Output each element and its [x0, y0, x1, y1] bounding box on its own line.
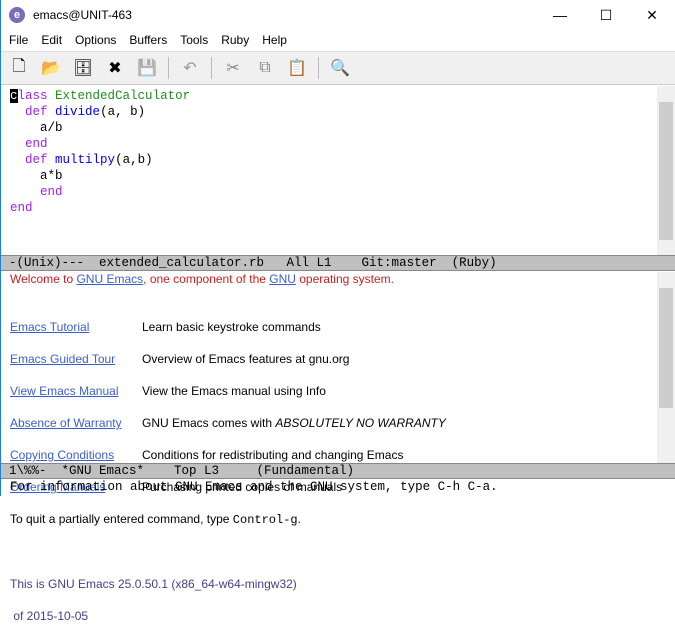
- menu-ruby[interactable]: Ruby: [221, 30, 249, 51]
- search-icon[interactable]: 🔍: [329, 56, 351, 80]
- menu-help[interactable]: Help: [262, 30, 287, 51]
- toolbar-separator: [318, 57, 319, 79]
- warranty-link[interactable]: Absence of Warranty: [10, 415, 142, 431]
- close-button[interactable]: ✕: [629, 0, 675, 30]
- code-line: a*b: [40, 169, 63, 183]
- title-bar: e emacs@UNIT-463 — ☐ ✕: [1, 0, 675, 30]
- menu-edit[interactable]: Edit: [41, 30, 62, 51]
- code-editor[interactable]: class ExtendedCalculator def divide(a, b…: [10, 88, 666, 216]
- params: (a,b): [115, 153, 153, 167]
- quit-key: Control-g: [232, 513, 298, 527]
- help-scrollbar[interactable]: [657, 272, 675, 463]
- welcome-text: , one component of the: [143, 272, 270, 286]
- link-description: View the Emacs manual using Info: [142, 384, 326, 398]
- function-name: multilpy: [55, 153, 116, 167]
- cut-icon[interactable]: ✂: [222, 56, 244, 80]
- keyword: end: [25, 137, 48, 151]
- menu-buffers[interactable]: Buffers: [129, 30, 167, 51]
- guided-tour-link[interactable]: Emacs Guided Tour: [10, 351, 142, 367]
- function-name: divide: [55, 105, 101, 119]
- warranty-emphasis: ABSOLUTELY NO WARRANTY: [275, 416, 446, 430]
- save-icon[interactable]: 💾: [136, 56, 158, 80]
- params: (a, b): [100, 105, 146, 119]
- mode-line-code: -(Unix)--- extended_calculator.rb All L1…: [1, 255, 675, 271]
- scrollbar-thumb[interactable]: [659, 102, 673, 240]
- open-folder-icon[interactable]: 📂: [40, 56, 62, 80]
- keyword: def: [25, 105, 48, 119]
- link-description: Learn basic keystroke commands: [142, 320, 321, 334]
- new-file-icon[interactable]: 🗋: [8, 56, 30, 80]
- gnu-emacs-link[interactable]: GNU Emacs: [76, 272, 143, 286]
- toolbar: 🗋 📂 🗄 ✖ 💾 ↶ ✂ ⧉ 📋 🔍: [1, 51, 675, 85]
- link-description: Overview of Emacs features at gnu.org: [142, 352, 350, 366]
- link-description: GNU Emacs comes with: [142, 416, 276, 430]
- toolbar-separator: [211, 57, 212, 79]
- undo-icon[interactable]: ↶: [179, 56, 201, 80]
- copy-icon[interactable]: ⧉: [254, 56, 276, 80]
- scrollbar-thumb[interactable]: [659, 288, 673, 408]
- code-scrollbar[interactable]: [657, 86, 675, 256]
- emacs-logo-icon: e: [9, 7, 25, 23]
- welcome-line: Welcome to GNU Emacs, one component of t…: [10, 271, 394, 287]
- version-text: This is GNU Emacs 25.0.50.1 (x86_64-w64-…: [10, 577, 297, 591]
- minimize-button[interactable]: —: [537, 0, 583, 30]
- emacs-manual-link[interactable]: View Emacs Manual: [10, 383, 142, 399]
- menu-bar: File Edit Options Buffers Tools Ruby Hel…: [1, 30, 675, 51]
- echo-area: For information about GNU Emacs and the …: [10, 480, 498, 494]
- close-buffer-icon[interactable]: ✖: [104, 56, 126, 80]
- welcome-text: Welcome to: [10, 272, 77, 286]
- code-line: a/b: [40, 121, 63, 135]
- link-description: Conditions for redistributing and changi…: [142, 448, 404, 462]
- copying-conditions-link[interactable]: Copying Conditions: [10, 447, 142, 463]
- emacs-tutorial-link[interactable]: Emacs Tutorial: [10, 319, 142, 335]
- build-date: of 2015-10-05: [10, 609, 89, 623]
- paste-icon[interactable]: 📋: [286, 56, 308, 80]
- keyword: def: [25, 153, 48, 167]
- menu-file[interactable]: File: [9, 30, 28, 51]
- menu-options[interactable]: Options: [75, 30, 116, 51]
- toolbar-separator: [168, 57, 169, 79]
- quit-text-end: .: [297, 512, 301, 526]
- window-title: emacs@UNIT-463: [33, 8, 132, 22]
- mode-line-help: 1\%%- *GNU Emacs* Top L3 (Fundamental): [1, 463, 675, 479]
- class-name: ExtendedCalculator: [55, 89, 191, 103]
- text-cursor: c: [10, 89, 18, 103]
- quit-text: To quit a partially entered command, typ…: [10, 512, 233, 526]
- welcome-text: operating system.: [295, 272, 394, 286]
- keyword: end: [40, 185, 63, 199]
- keyword: end: [10, 201, 33, 215]
- file-cabinet-icon[interactable]: 🗄: [72, 56, 94, 80]
- maximize-button[interactable]: ☐: [583, 0, 629, 30]
- keyword: lass: [17, 89, 48, 103]
- menu-tools[interactable]: Tools: [180, 30, 208, 51]
- gnu-link[interactable]: GNU: [269, 272, 296, 286]
